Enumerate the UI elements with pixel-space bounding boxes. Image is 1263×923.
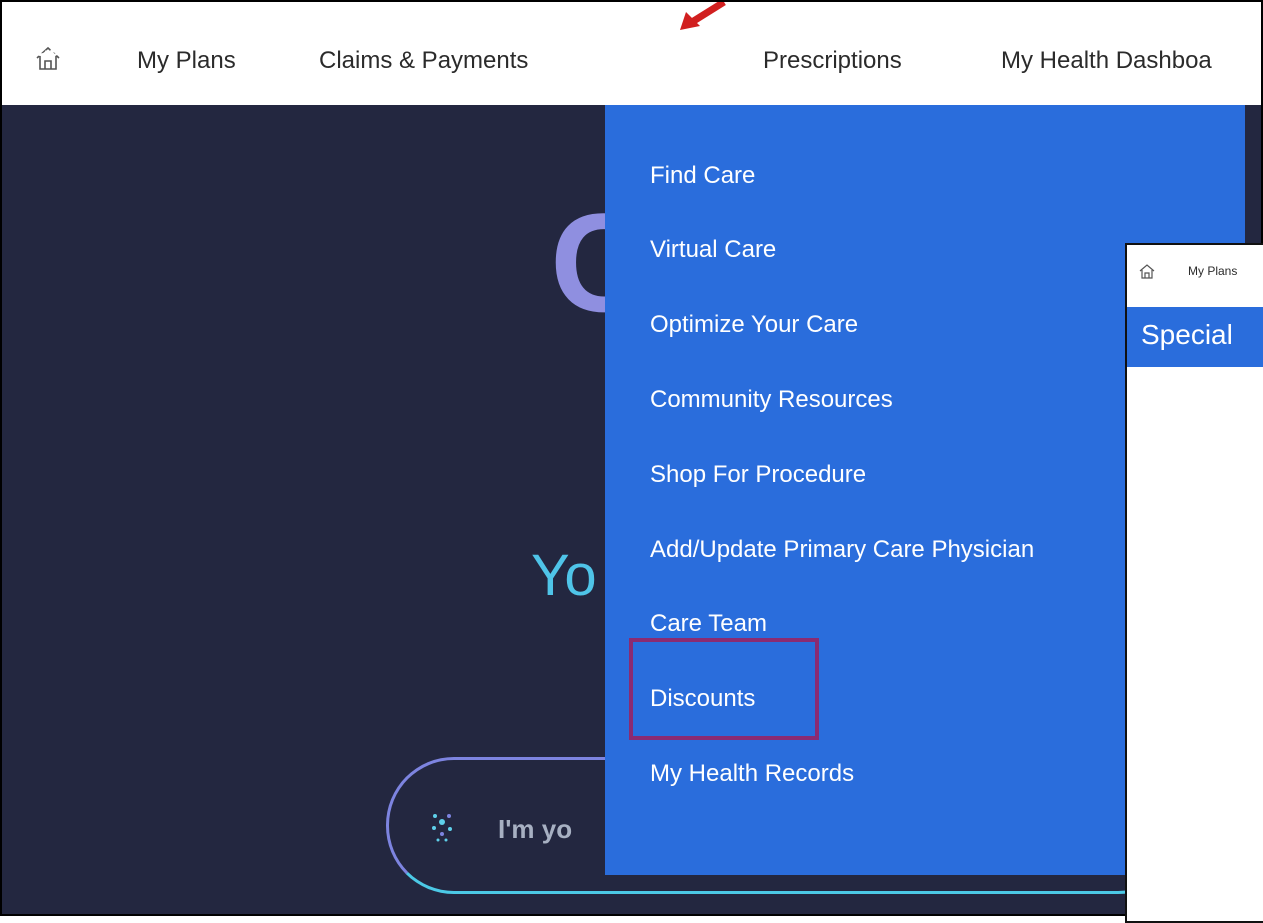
nav-my-plans[interactable]: My Plans bbox=[137, 47, 236, 75]
menu-item-add-update-pcp[interactable]: Add/Update Primary Care Physician bbox=[650, 536, 1034, 564]
nav-my-health-dashboard[interactable]: My Health Dashboa bbox=[1001, 47, 1212, 75]
chat-prompt-text: I'm yo bbox=[498, 814, 573, 844]
menu-item-shop-for-procedure[interactable]: Shop For Procedure bbox=[650, 461, 866, 489]
pointer-arrow-icon bbox=[680, 2, 726, 30]
nav-claims-payments[interactable]: Claims & Payments bbox=[319, 47, 528, 75]
menu-item-my-health-records[interactable]: My Health Records bbox=[650, 760, 854, 788]
hero-subtitle: Yo bbox=[531, 543, 597, 608]
nav-prescriptions[interactable]: Prescriptions bbox=[763, 47, 902, 75]
discounts-highlight-annotation bbox=[629, 638, 819, 740]
menu-item-community-resources[interactable]: Community Resources bbox=[650, 386, 893, 414]
menu-item-find-care[interactable]: Find Care bbox=[650, 162, 755, 190]
secondary-page-banner: Special bbox=[1127, 307, 1263, 367]
sparkle-icon bbox=[432, 814, 452, 842]
home-icon[interactable] bbox=[1139, 263, 1155, 279]
nav-care-label: Care bbox=[32, 35, 86, 62]
screenshot-frame: C Yo I'm yo My Plans Claims & Payments P… bbox=[0, 0, 1263, 916]
secondary-top-navigation: My Plans bbox=[1127, 245, 1263, 307]
secondary-page-title: Special bbox=[1141, 319, 1233, 350]
menu-item-optimize-your-care[interactable]: Optimize Your Care bbox=[650, 311, 858, 339]
menu-item-virtual-care[interactable]: Virtual Care bbox=[650, 236, 776, 264]
top-navigation: My Plans Claims & Payments Prescriptions… bbox=[2, 2, 1261, 105]
active-tab-indicator bbox=[32, 80, 100, 84]
secondary-screenshot-overlay: My Plans Special bbox=[1125, 243, 1263, 923]
secondary-nav-my-plans[interactable]: My Plans bbox=[1188, 264, 1237, 278]
menu-item-care-team[interactable]: Care Team bbox=[650, 610, 767, 638]
